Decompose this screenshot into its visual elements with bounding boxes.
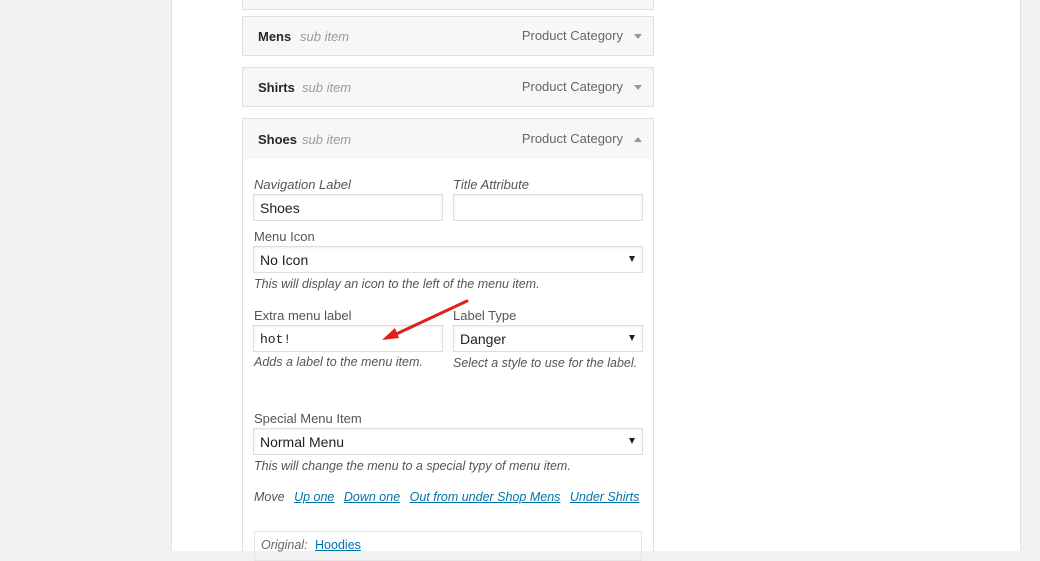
move-links-row: Move Up one Down one Out from under Shop… [254,490,639,504]
special-menu-item-select[interactable]: Normal Menu [253,428,643,455]
menu-icon-select[interactable]: No Icon [253,246,643,273]
menu-item-type: Product Category [521,79,623,94]
move-caption: Move [254,490,285,504]
menu-item-sub-label: sub item [302,80,352,95]
menu-item-title: Shirts [258,80,295,95]
menu-item-bar-previous[interactable] [242,0,654,10]
original-item-link[interactable]: Hoodies [315,538,361,552]
special-menu-item-caption: Special Menu Item [254,411,362,426]
expand-arrow-icon[interactable] [633,82,643,92]
menu-item-shirts[interactable]: Shirts sub item Product Category [242,67,654,107]
move-under-link[interactable]: Under Shirts [570,490,639,504]
dropdown-caret-icon [629,438,635,444]
title-attribute-caption: Title Attribute [453,177,529,192]
expand-arrow-icon[interactable] [633,31,643,41]
dropdown-caret-icon [629,335,635,341]
menu-icon-description: This will display an icon to the left of… [254,277,540,291]
label-type-select[interactable]: Danger [453,325,643,352]
original-item-box: Original: Hoodies [254,531,642,561]
menu-item-title: Shoes [258,132,298,147]
menu-icon-caption: Menu Icon [254,229,315,244]
original-caption: Original: [261,538,308,552]
menu-item-sub-label: sub item [302,132,352,147]
dropdown-caret-icon [629,256,635,262]
menu-icon-select-value: No Icon [260,252,309,268]
title-attribute-input[interactable] [453,194,643,221]
navigation-label-caption: Navigation Label [254,177,351,192]
move-out-from-under-link[interactable]: Out from under Shop Mens [410,490,561,504]
menu-item-title: Mens [258,29,292,44]
collapse-arrow-icon[interactable] [633,134,643,144]
menu-item-mens[interactable]: Mens sub item Product Category [242,16,654,56]
navigation-label-input[interactable]: Shoes [253,194,443,221]
special-menu-item-description: This will change the menu to a special t… [254,459,571,473]
menu-item-sub-label: sub item [300,29,350,44]
label-type-description: Select a style to use for the label. [453,356,638,370]
menu-item-type: Product Category [521,28,623,43]
menu-item-type: Product Category [521,131,623,146]
move-up-one-link[interactable]: Up one [294,490,334,504]
extra-menu-label-caption: Extra menu label [254,308,352,323]
special-menu-item-select-value: Normal Menu [260,434,345,450]
annotation-arrow-icon [382,299,469,340]
extra-menu-label-description: Adds a label to the menu item. [254,355,423,369]
menu-item-shoes[interactable]: Shoes sub item Product Category [242,118,654,160]
move-down-one-link[interactable]: Down one [344,490,400,504]
